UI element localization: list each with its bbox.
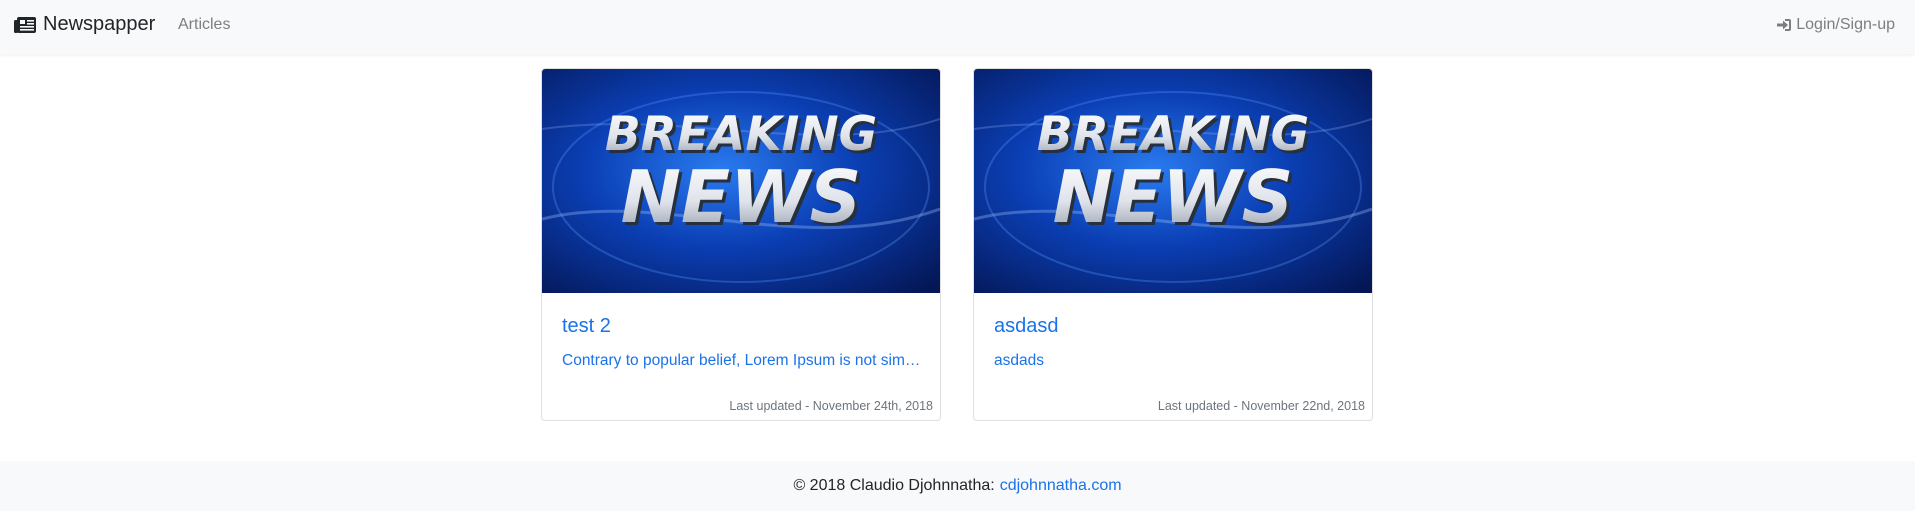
article-updated: Last updated - November 22nd, 2018 xyxy=(1157,399,1365,413)
article-excerpt[interactable]: Contrary to popular belief, Lorem Ipsum … xyxy=(562,352,922,370)
article-card[interactable]: BREAKING BREAKING NEWS NEWS asdasd asdad… xyxy=(973,68,1373,421)
page-footer: © 2018 Claudio Djohnnatha: cdjohnnatha.c… xyxy=(0,461,1915,511)
article-excerpt[interactable]: asdads xyxy=(994,352,1354,370)
footer-copyright: © 2018 Claudio Djohnnatha: xyxy=(793,477,995,494)
login-signup-link[interactable]: Login/Sign-up xyxy=(1776,16,1895,34)
brand-name: Newspapper xyxy=(43,13,156,35)
svg-text:NEWS: NEWS xyxy=(621,155,862,239)
brand-link[interactable]: Newspapper xyxy=(14,13,155,36)
article-card[interactable]: BREAKING BREAKING NEWS NEWS test 2 Contr… xyxy=(541,68,941,421)
newspaper-icon xyxy=(14,16,36,33)
navbar: Newspapper Articles Login/Sign-up xyxy=(0,0,1915,54)
svg-text:NEWS: NEWS xyxy=(1053,155,1294,239)
svg-text:BREAKING: BREAKING xyxy=(1037,107,1309,162)
article-updated: Last updated - November 24th, 2018 xyxy=(729,399,933,413)
article-image[interactable]: BREAKING BREAKING NEWS NEWS xyxy=(542,69,940,293)
svg-text:BREAKING: BREAKING xyxy=(605,107,877,162)
footer-website-link[interactable]: cdjohnnatha.com xyxy=(1000,477,1122,495)
sign-in-icon xyxy=(1777,19,1792,31)
login-label: Login/Sign-up xyxy=(1796,16,1895,33)
article-title[interactable]: asdasd xyxy=(994,315,1059,338)
article-title[interactable]: test 2 xyxy=(562,315,611,338)
nav-link-articles[interactable]: Articles xyxy=(178,16,230,34)
article-image[interactable]: BREAKING BREAKING NEWS NEWS xyxy=(974,69,1372,293)
